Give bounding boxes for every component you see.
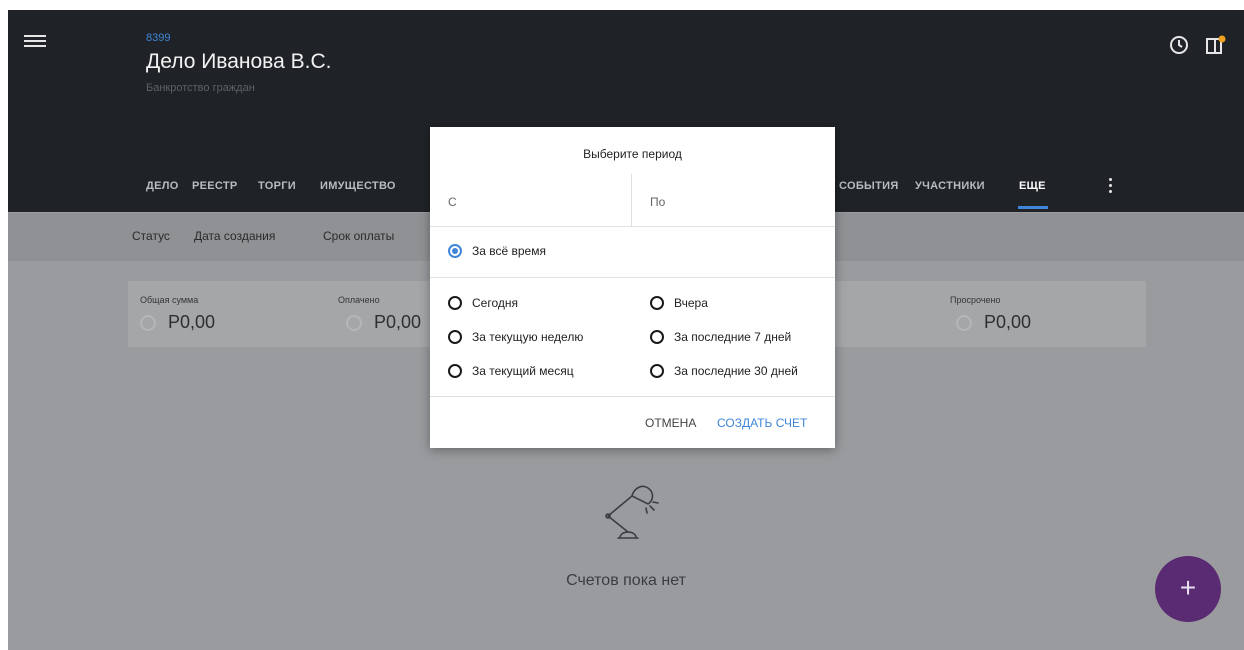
radio-label: За текущий месяц — [472, 364, 574, 378]
radio-label: За последние 30 дней — [674, 364, 798, 378]
cancel-button[interactable]: ОТМЕНА — [645, 416, 696, 430]
radio-yesterday[interactable]: Вчера — [650, 296, 708, 310]
summary-value: Р0,00 — [168, 312, 216, 332]
app-window: 8399 Дело Иванова В.С. Банкротство гражд… — [8, 10, 1244, 650]
radio-last-30-days[interactable]: За последние 30 дней — [650, 364, 798, 378]
tab-more[interactable]: ЕЩЕ — [1019, 180, 1046, 192]
add-invoice-button[interactable]: + — [1155, 556, 1221, 622]
radio-this-month[interactable]: За текущий месяц — [448, 364, 574, 378]
active-tab-indicator — [1018, 206, 1048, 209]
create-invoice-button[interactable]: СОЗДАТЬ СЧЕТ — [717, 416, 807, 430]
tab-property[interactable]: ИМУЩЕСТВО — [320, 180, 396, 192]
radio-icon — [650, 330, 664, 344]
empty-state-text: Счетов пока нет — [566, 572, 686, 589]
case-number: 8399 — [146, 32, 171, 44]
filter-status[interactable]: Статус — [132, 229, 170, 243]
dialog-title: Выберите период — [583, 147, 682, 161]
tab-participants[interactable]: УЧАСТНИКИ — [915, 180, 985, 192]
radio-icon — [448, 330, 462, 344]
filter-due-date[interactable]: Срок оплаты — [323, 229, 394, 243]
more-vert-icon[interactable] — [1105, 178, 1115, 196]
page-title: Дело Иванова В.С. — [146, 50, 332, 73]
period-dialog: Выберите период За всё время Сегодня За … — [430, 127, 835, 448]
radio-this-week[interactable]: За текущую неделю — [448, 330, 583, 344]
tab-registry[interactable]: РЕЕСТР — [192, 180, 238, 192]
progress-ring-icon — [346, 314, 362, 331]
radio-label: За всё время — [472, 244, 546, 258]
to-date-input[interactable] — [648, 194, 802, 210]
radio-today[interactable]: Сегодня — [448, 296, 518, 310]
summary-total: Общая сумма Р0,00 — [140, 295, 215, 333]
divider — [430, 396, 835, 397]
radio-label: Сегодня — [472, 296, 518, 310]
progress-ring-icon — [956, 314, 972, 331]
radio-icon — [448, 296, 462, 310]
to-field — [632, 174, 834, 226]
tab-events[interactable]: СОБЫТИЯ — [839, 180, 899, 192]
radio-label: За текущую неделю — [472, 330, 584, 344]
radio-label: За последние 7 дней — [674, 330, 792, 344]
clock-icon[interactable] — [1168, 34, 1190, 56]
case-subtitle: Банкротство граждан — [146, 82, 255, 94]
filter-created-date[interactable]: Дата создания — [194, 229, 275, 243]
radio-last-7-days[interactable]: За последние 7 дней — [650, 330, 791, 344]
progress-ring-icon — [140, 314, 156, 331]
summary-paid: Оплачено Р0,00 — [338, 295, 421, 333]
radio-checked-icon — [448, 244, 462, 258]
summary-label: Общая сумма — [140, 295, 199, 305]
desk-lamp-icon — [605, 485, 659, 539]
radio-all-time[interactable]: За всё время — [448, 244, 546, 258]
divider — [430, 277, 835, 278]
summary-label: Просрочено — [950, 295, 1001, 305]
summary-label: Оплачено — [338, 295, 380, 305]
summary-overdue: Просрочено Р0,00 — [950, 295, 1031, 333]
radio-icon — [650, 296, 664, 310]
radio-label: Вчера — [674, 296, 708, 310]
tab-auctions[interactable]: ТОРГИ — [258, 180, 296, 192]
summary-value: Р0,00 — [984, 312, 1032, 332]
menu-icon[interactable] — [24, 32, 46, 52]
tab-case[interactable]: ДЕЛО — [146, 180, 179, 192]
from-field — [430, 174, 632, 226]
radio-icon — [448, 364, 462, 378]
divider — [430, 226, 835, 227]
radio-icon — [650, 364, 664, 378]
from-date-input[interactable] — [446, 194, 600, 210]
panel-icon[interactable] — [1204, 34, 1226, 56]
summary-value: Р0,00 — [374, 312, 422, 332]
